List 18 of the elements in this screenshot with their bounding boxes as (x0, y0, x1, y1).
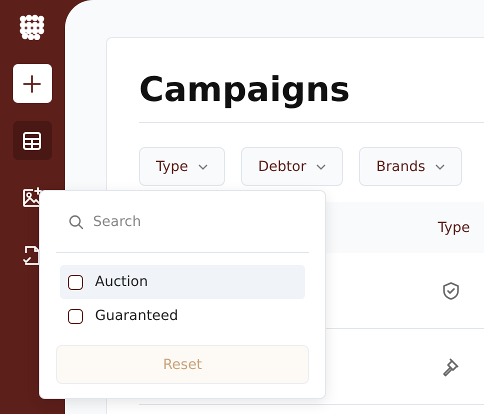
sidebar-item[interactable] (12, 121, 52, 160)
chevron-down-icon (435, 164, 446, 170)
filter-dropdown[interactable]: Debtor (241, 147, 344, 186)
filter-dropdown[interactable]: Type (139, 147, 226, 186)
page-title: Campaigns (139, 38, 484, 123)
gavel-icon (441, 356, 461, 376)
shield-check-icon (441, 280, 461, 300)
logo-icon (19, 14, 45, 40)
search-icon (68, 214, 84, 230)
add-button[interactable] (12, 64, 52, 103)
checkbox[interactable] (68, 308, 83, 324)
option-item[interactable]: Guaranteed (60, 299, 305, 333)
filter-dropdown[interactable]: Brands (359, 147, 462, 186)
column-header: Type (438, 220, 470, 236)
checkbox[interactable] (68, 274, 83, 290)
chevron-down-icon (198, 164, 208, 170)
chevron-down-icon (316, 164, 326, 170)
option-item[interactable]: Auction (60, 265, 305, 299)
